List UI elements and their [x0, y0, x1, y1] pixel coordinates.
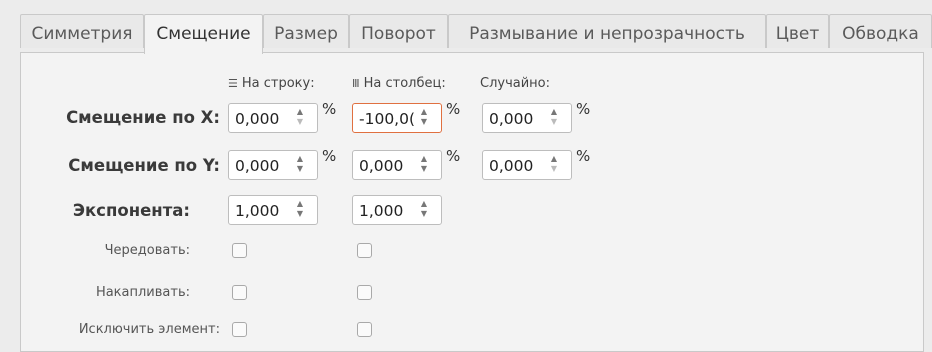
spin-arrows-icon[interactable]: ▲ ▼: [295, 154, 305, 176]
per-column-header: Ⅲ На столбец:: [352, 76, 446, 91]
tab-size[interactable]: Размер: [263, 14, 349, 48]
spin-arrows-icon[interactable]: ▲ ▼: [549, 154, 559, 176]
per-row-header: ☰ На строку:: [228, 76, 315, 91]
shift-y-per-column-spinner[interactable]: 0,000 ▲ ▼: [352, 150, 442, 180]
per-column-label: На столбец:: [363, 76, 446, 91]
spin-arrows-icon[interactable]: ▲ ▼: [419, 199, 429, 221]
spin-arrows-icon[interactable]: ▲ ▼: [295, 107, 305, 129]
spin-arrows-icon[interactable]: ▲ ▼: [419, 154, 429, 176]
exponent-label: Экспонента:: [72, 201, 190, 220]
exponent-per-column-spinner[interactable]: 1,000 ▲ ▼: [352, 195, 442, 225]
shift-y-per-row-spinner[interactable]: 0,000 ▲ ▼: [228, 150, 318, 180]
cumulate-label: Накапливать:: [95, 285, 190, 300]
tab-blur-opacity[interactable]: Размывание и непрозрачность: [448, 14, 766, 48]
alternate-label: Чередовать:: [104, 243, 190, 258]
spin-arrows-icon[interactable]: ▲ ▼: [549, 107, 559, 129]
shift-x-label: Смещение по X:: [66, 108, 220, 127]
shift-x-random-unit: %: [576, 100, 591, 118]
shift-x-random-spinner[interactable]: 0,000 ▲ ▼: [482, 103, 572, 133]
shift-x-per-column-spinner[interactable]: -100,0( ▲ ▼: [352, 103, 442, 133]
cumulate-per-row-checkbox[interactable]: [232, 285, 247, 300]
shift-x-per-row-value[interactable]: 0,000: [235, 104, 293, 132]
shift-y-per-row-unit: %: [322, 147, 337, 165]
tab-stroke[interactable]: Обводка: [829, 14, 932, 48]
tab-symmetry[interactable]: Симметрия: [20, 14, 144, 48]
exclude-per-row-checkbox[interactable]: [232, 322, 247, 337]
shift-x-random-value[interactable]: 0,000: [489, 104, 547, 132]
exclude-tile-label: Исключить элемент:: [78, 322, 220, 337]
shift-y-label: Смещение по Y:: [68, 156, 220, 175]
tab-color[interactable]: Цвет: [766, 14, 829, 48]
shift-y-per-column-unit: %: [446, 147, 461, 165]
shift-x-per-row-spinner[interactable]: 0,000 ▲ ▼: [228, 103, 318, 133]
random-label: Случайно:: [480, 76, 551, 91]
spin-arrows-icon[interactable]: ▲ ▼: [419, 107, 429, 129]
exponent-per-row-value[interactable]: 1,000: [235, 196, 293, 224]
random-header: Случайно:: [480, 76, 550, 91]
shift-y-random-unit: %: [576, 147, 591, 165]
shift-x-per-row-unit: %: [322, 100, 337, 118]
per-row-label: На строку:: [241, 76, 315, 91]
tab-shift[interactable]: Смещение: [144, 14, 263, 54]
cumulate-per-column-checkbox[interactable]: [357, 285, 372, 300]
rows-icon: ☰: [228, 77, 238, 90]
exponent-per-row-spinner[interactable]: 1,000 ▲ ▼: [228, 195, 318, 225]
exclude-per-column-checkbox[interactable]: [357, 322, 372, 337]
shift-x-per-column-unit: %: [446, 100, 461, 118]
alternate-per-row-checkbox[interactable]: [232, 243, 247, 258]
columns-icon: Ⅲ: [352, 77, 360, 90]
shift-y-random-spinner[interactable]: 0,000 ▲ ▼: [482, 150, 572, 180]
shift-y-random-value[interactable]: 0,000: [489, 151, 547, 179]
shift-y-per-column-value[interactable]: 0,000: [359, 151, 417, 179]
alternate-per-column-checkbox[interactable]: [357, 243, 372, 258]
tab-rotation[interactable]: Поворот: [349, 14, 448, 48]
spin-arrows-icon[interactable]: ▲ ▼: [295, 199, 305, 221]
shift-x-per-column-value[interactable]: -100,0(: [359, 104, 417, 132]
shift-y-per-row-value[interactable]: 0,000: [235, 151, 293, 179]
exponent-per-column-value[interactable]: 1,000: [359, 196, 417, 224]
